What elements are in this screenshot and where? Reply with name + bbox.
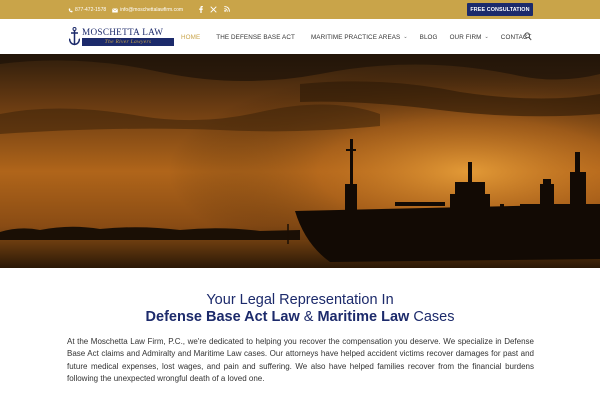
nav-item-label: MARITIME PRACTICE AREAS — [310, 33, 401, 41]
email-icon — [112, 7, 119, 12]
ampersand: & — [299, 309, 318, 325]
rss-icon[interactable] — [224, 6, 230, 12]
site-logo[interactable]: MOSCHETTA LAW The River Lawyers — [69, 27, 175, 47]
hero-slider — [0, 54, 600, 268]
nav-item-maritime-practice-areas[interactable]: MARITIME PRACTICE AREAS ⌄ — [311, 34, 408, 41]
phone-number: 877-472-1578 — [75, 7, 107, 13]
email-link[interactable]: info@moschettalawfirm.com — [112, 7, 183, 13]
free-consultation-button[interactable]: FREE CONSULTATION — [467, 3, 533, 16]
logo-name: MOSCHETTA LAW — [82, 27, 164, 37]
contact-info: 877-472-1578 info@moschettalawfirm.com — [68, 5, 183, 15]
maritime-law: Maritime Law — [317, 309, 410, 325]
logo-tagline: The River Lawyers — [82, 38, 174, 46]
social-links — [199, 4, 230, 14]
phone-link[interactable]: 877-472-1578 — [68, 7, 106, 13]
nav-item-label: OUR FIRM — [449, 33, 482, 41]
intro-line-1: Your Legal Representation In — [206, 292, 394, 308]
hero-image — [0, 54, 600, 268]
site-header: MOSCHETTA LAW The River Lawyers HOME THE … — [0, 19, 600, 54]
defense-base-act-law: Defense Base Act Law — [145, 309, 300, 325]
anchor-icon — [69, 27, 80, 46]
chevron-down-icon: ⌄ — [484, 34, 489, 40]
nav-item-label: BLOG — [419, 33, 438, 41]
nav-item-label: HOME — [181, 33, 201, 41]
nav-item-the-defense-base-act[interactable]: THE DEFENSE BASE ACT — [216, 34, 295, 41]
search-icon[interactable] — [524, 32, 532, 41]
nav-item-home[interactable]: HOME — [181, 34, 200, 41]
main-navigation: HOME THE DEFENSE BASE ACT MARITIME PRACTIC… — [181, 32, 531, 42]
email-address: info@moschettalawfirm.com — [120, 7, 184, 13]
facebook-icon[interactable] — [199, 5, 203, 13]
x-twitter-icon[interactable] — [210, 5, 217, 13]
phone-icon — [68, 8, 73, 12]
intro-line-2: Defense Base Act Law & Maritime Law Case… — [0, 309, 600, 326]
nav-item-blog[interactable]: BLOG — [420, 34, 438, 41]
nav-item-our-firm[interactable]: OUR FIRM ⌄ — [450, 34, 489, 41]
cases-word: Cases — [409, 309, 455, 325]
nav-item-label: THE DEFENSE BASE ACT — [216, 33, 295, 41]
intro-paragraph: At the Moschetta Law Firm, P.C., we're d… — [67, 337, 534, 383]
intro-heading: Your Legal Representation In Defense Bas… — [0, 292, 600, 326]
chevron-down-icon: ⌄ — [403, 34, 408, 40]
top-bar: 877-472-1578 info@moschettalawfirm.com F… — [0, 0, 600, 19]
